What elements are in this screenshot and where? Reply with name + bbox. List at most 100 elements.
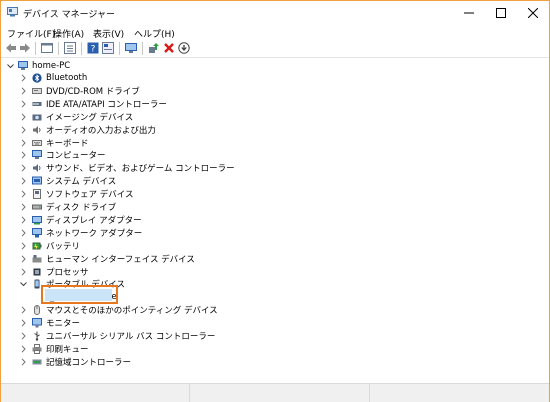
console-tree-icon[interactable] — [64, 42, 76, 54]
tree-category-item[interactable]: ソフトウェア デバイス — [1, 188, 541, 200]
storage-controller-icon — [32, 357, 42, 367]
tree-category-item[interactable]: サウンド、ビデオ、およびゲーム コントローラー — [1, 162, 541, 174]
help-icon[interactable]: ? — [87, 42, 99, 54]
tree-category-item[interactable]: コンピューター — [1, 149, 541, 161]
expand-chevron-icon[interactable] — [20, 332, 27, 340]
expand-chevron-icon[interactable] — [20, 87, 27, 95]
tree-item-label: ヒューマン インターフェイス デバイス — [46, 254, 195, 265]
device-tree: home-PC Bluetooth DVD/CD-ROM ドライブ IDE ATA/… — [1, 58, 549, 383]
tree-category-item[interactable]: キーボード — [1, 137, 541, 149]
camera-icon — [32, 112, 42, 122]
expand-chevron-icon[interactable] — [20, 138, 27, 147]
maximize-button[interactable] — [485, 1, 517, 25]
tree-item-label: キーボード — [46, 138, 89, 149]
properties-view-icon[interactable] — [41, 42, 53, 54]
expand-chevron-icon[interactable] — [20, 74, 27, 82]
toolbar: ? — [1, 40, 549, 58]
expand-chevron-icon[interactable] — [20, 190, 27, 198]
tree-root[interactable]: home-PC — [1, 60, 541, 72]
tree-item-label: イメージング デバイス — [46, 112, 134, 123]
expand-chevron-icon[interactable] — [20, 126, 27, 134]
menu-help[interactable]: ヘルプ(H) — [134, 27, 175, 40]
expand-chevron-icon[interactable] — [20, 216, 27, 224]
expand-chevron-icon[interactable] — [20, 306, 27, 314]
keyboard-icon — [32, 138, 42, 148]
update-driver-icon[interactable] — [148, 42, 160, 54]
tree-category-item[interactable]: プロセッサ — [1, 266, 541, 278]
expand-chevron-icon[interactable] — [20, 267, 27, 276]
tree-item-label: ネットワーク アダプター — [46, 228, 143, 239]
tree-category-item[interactable]: オーディオの入力および出力 — [1, 124, 541, 136]
expand-chevron-icon[interactable] — [20, 203, 27, 211]
tree-category-item[interactable]: モニター — [1, 317, 541, 329]
tree-item-label: ソフトウェア デバイス — [46, 190, 134, 201]
expand-chevron-icon[interactable] — [20, 177, 27, 185]
menu-view[interactable]: 表示(V) — [93, 27, 124, 40]
back-arrow-icon[interactable] — [5, 42, 17, 54]
usb-icon — [32, 331, 42, 341]
menu-action[interactable]: 操作(A) — [53, 27, 84, 40]
tree-category-item[interactable]: ディスク ドライブ — [1, 201, 541, 213]
processor-icon — [32, 267, 42, 277]
tree-category-item[interactable]: イメージング デバイス — [1, 111, 541, 123]
expand-chevron-icon[interactable] — [20, 151, 27, 159]
tree-item-label: コンピューター — [46, 151, 106, 162]
device-view-icon[interactable] — [102, 42, 114, 54]
tree-category-item[interactable]: バッテリ — [1, 240, 541, 252]
tree-category-item[interactable]: マウスとそのほかのポインティング デバイス — [1, 304, 541, 316]
forward-arrow-icon[interactable] — [19, 42, 31, 54]
menu-file[interactable]: ファイル(F) — [7, 27, 55, 40]
tree-category-item[interactable]: Bluetooth — [1, 72, 541, 84]
collapse-chevron-icon[interactable] — [20, 280, 27, 288]
window-title: デバイス マネージャー — [23, 10, 115, 20]
mouse-icon — [32, 305, 42, 316]
tree-item-label: Bluetooth — [46, 73, 88, 83]
tree-category-item[interactable]: ユニバーサル シリアル バス コントローラー — [1, 330, 541, 342]
expand-chevron-icon[interactable] — [20, 100, 27, 108]
tree-category-item[interactable]: システム デバイス — [1, 175, 541, 187]
minimize-button[interactable] — [453, 1, 485, 25]
expand-chevron-icon[interactable] — [20, 229, 27, 237]
tree-item-label: オーディオの入力および出力 — [46, 125, 156, 136]
printer-icon — [32, 343, 42, 354]
computer-icon — [32, 150, 42, 160]
expand-chevron-icon[interactable] — [20, 319, 27, 327]
tree-category-item[interactable]: ディスプレイ アダプター — [1, 214, 541, 226]
tree-item-label: ディスク ドライブ — [46, 203, 117, 213]
device-manager-window: デバイス マネージャー ファイル(F) 操作(A) 表示(V) ヘルプ(H) ?… — [0, 0, 550, 402]
expand-chevron-icon[interactable] — [20, 345, 27, 353]
sound-icon — [32, 163, 42, 173]
monitor-icon[interactable] — [125, 42, 137, 54]
title-bar: デバイス マネージャー — [1, 1, 549, 25]
tree-category-item[interactable]: ヒューマン インターフェイス デバイス — [1, 253, 541, 265]
tree-item-label: モニター — [46, 319, 81, 330]
tree-category-item[interactable]: ネットワーク アダプター — [1, 227, 541, 239]
hid-icon — [32, 254, 42, 264]
expand-chevron-icon[interactable] — [20, 113, 27, 121]
expand-chevron-icon[interactable] — [20, 358, 27, 366]
remove-device-icon[interactable] — [163, 42, 175, 54]
collapse-chevron-icon[interactable] — [7, 62, 14, 70]
expand-chevron-icon[interactable] — [20, 242, 27, 250]
tree-item-label: 記憶域コントローラー — [46, 357, 132, 368]
system-device-icon — [32, 176, 42, 186]
software-device-icon — [32, 189, 42, 200]
speaker-icon — [32, 125, 42, 135]
monitor-icon — [32, 318, 42, 328]
battery-icon — [32, 241, 42, 251]
tree-category-item[interactable]: 印刷キュー — [1, 343, 541, 355]
menu-bar: ファイル(F) 操作(A) 表示(V) ヘルプ(H) — [1, 25, 549, 40]
bluetooth-icon — [32, 73, 42, 83]
tree-category-item[interactable]: IDE ATA/ATAPI コントローラー — [1, 98, 541, 110]
device-manager-app-icon — [7, 7, 18, 17]
computer-icon — [18, 61, 28, 71]
tree-category-item[interactable]: DVD/CD-ROM ドライブ — [1, 85, 541, 97]
expand-chevron-icon[interactable] — [20, 164, 27, 172]
tree-category-item[interactable]: 記憶域コントローラー — [1, 356, 541, 368]
svg-text:?: ? — [91, 45, 96, 55]
download-icon[interactable] — [178, 42, 190, 54]
tree-item-label: バッテリ — [46, 241, 81, 252]
close-button[interactable] — [517, 1, 549, 25]
tree-item-label: 印刷キュー — [46, 344, 89, 355]
expand-chevron-icon[interactable] — [20, 255, 27, 263]
